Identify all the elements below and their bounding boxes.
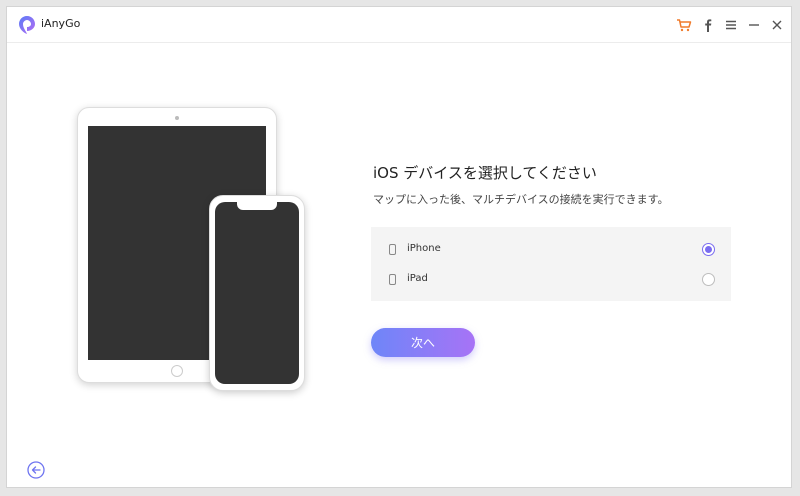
tablet-icon xyxy=(389,274,396,285)
close-icon[interactable] xyxy=(768,16,786,34)
device-illustration xyxy=(77,107,311,397)
ipad-camera xyxy=(175,116,179,120)
iphone-notch xyxy=(237,202,277,210)
facebook-icon[interactable] xyxy=(699,16,717,34)
app-window: iAnyGo iOS デバイスを選択してください マップに入った後、マルチデバイ… xyxy=(6,6,792,488)
next-button[interactable]: 次へ xyxy=(371,328,475,357)
page-title: iOS デバイスを選択してください xyxy=(373,164,597,182)
iphone-radio[interactable] xyxy=(702,243,715,256)
ipad-radio[interactable] xyxy=(702,273,715,286)
cart-icon[interactable] xyxy=(675,16,693,34)
device-label: iPhone xyxy=(407,243,441,254)
device-list: iPhone iPad xyxy=(371,227,731,301)
back-arrow-icon[interactable] xyxy=(27,461,45,479)
device-label: iPad xyxy=(407,273,428,284)
iphone-illustration xyxy=(209,195,305,391)
menu-icon[interactable] xyxy=(722,16,740,34)
minimize-icon[interactable] xyxy=(745,16,763,34)
page-subtitle: マップに入った後、マルチデバイスの接続を実行できます。 xyxy=(373,193,669,206)
app-logo-icon xyxy=(17,15,37,35)
ipad-home-button xyxy=(171,365,183,377)
app-title: iAnyGo xyxy=(41,17,81,30)
phone-icon xyxy=(389,244,396,255)
device-option-iphone[interactable]: iPhone xyxy=(371,235,731,265)
iphone-screen xyxy=(215,202,299,384)
title-bar: iAnyGo xyxy=(7,7,791,43)
device-option-ipad[interactable]: iPad xyxy=(371,265,731,295)
